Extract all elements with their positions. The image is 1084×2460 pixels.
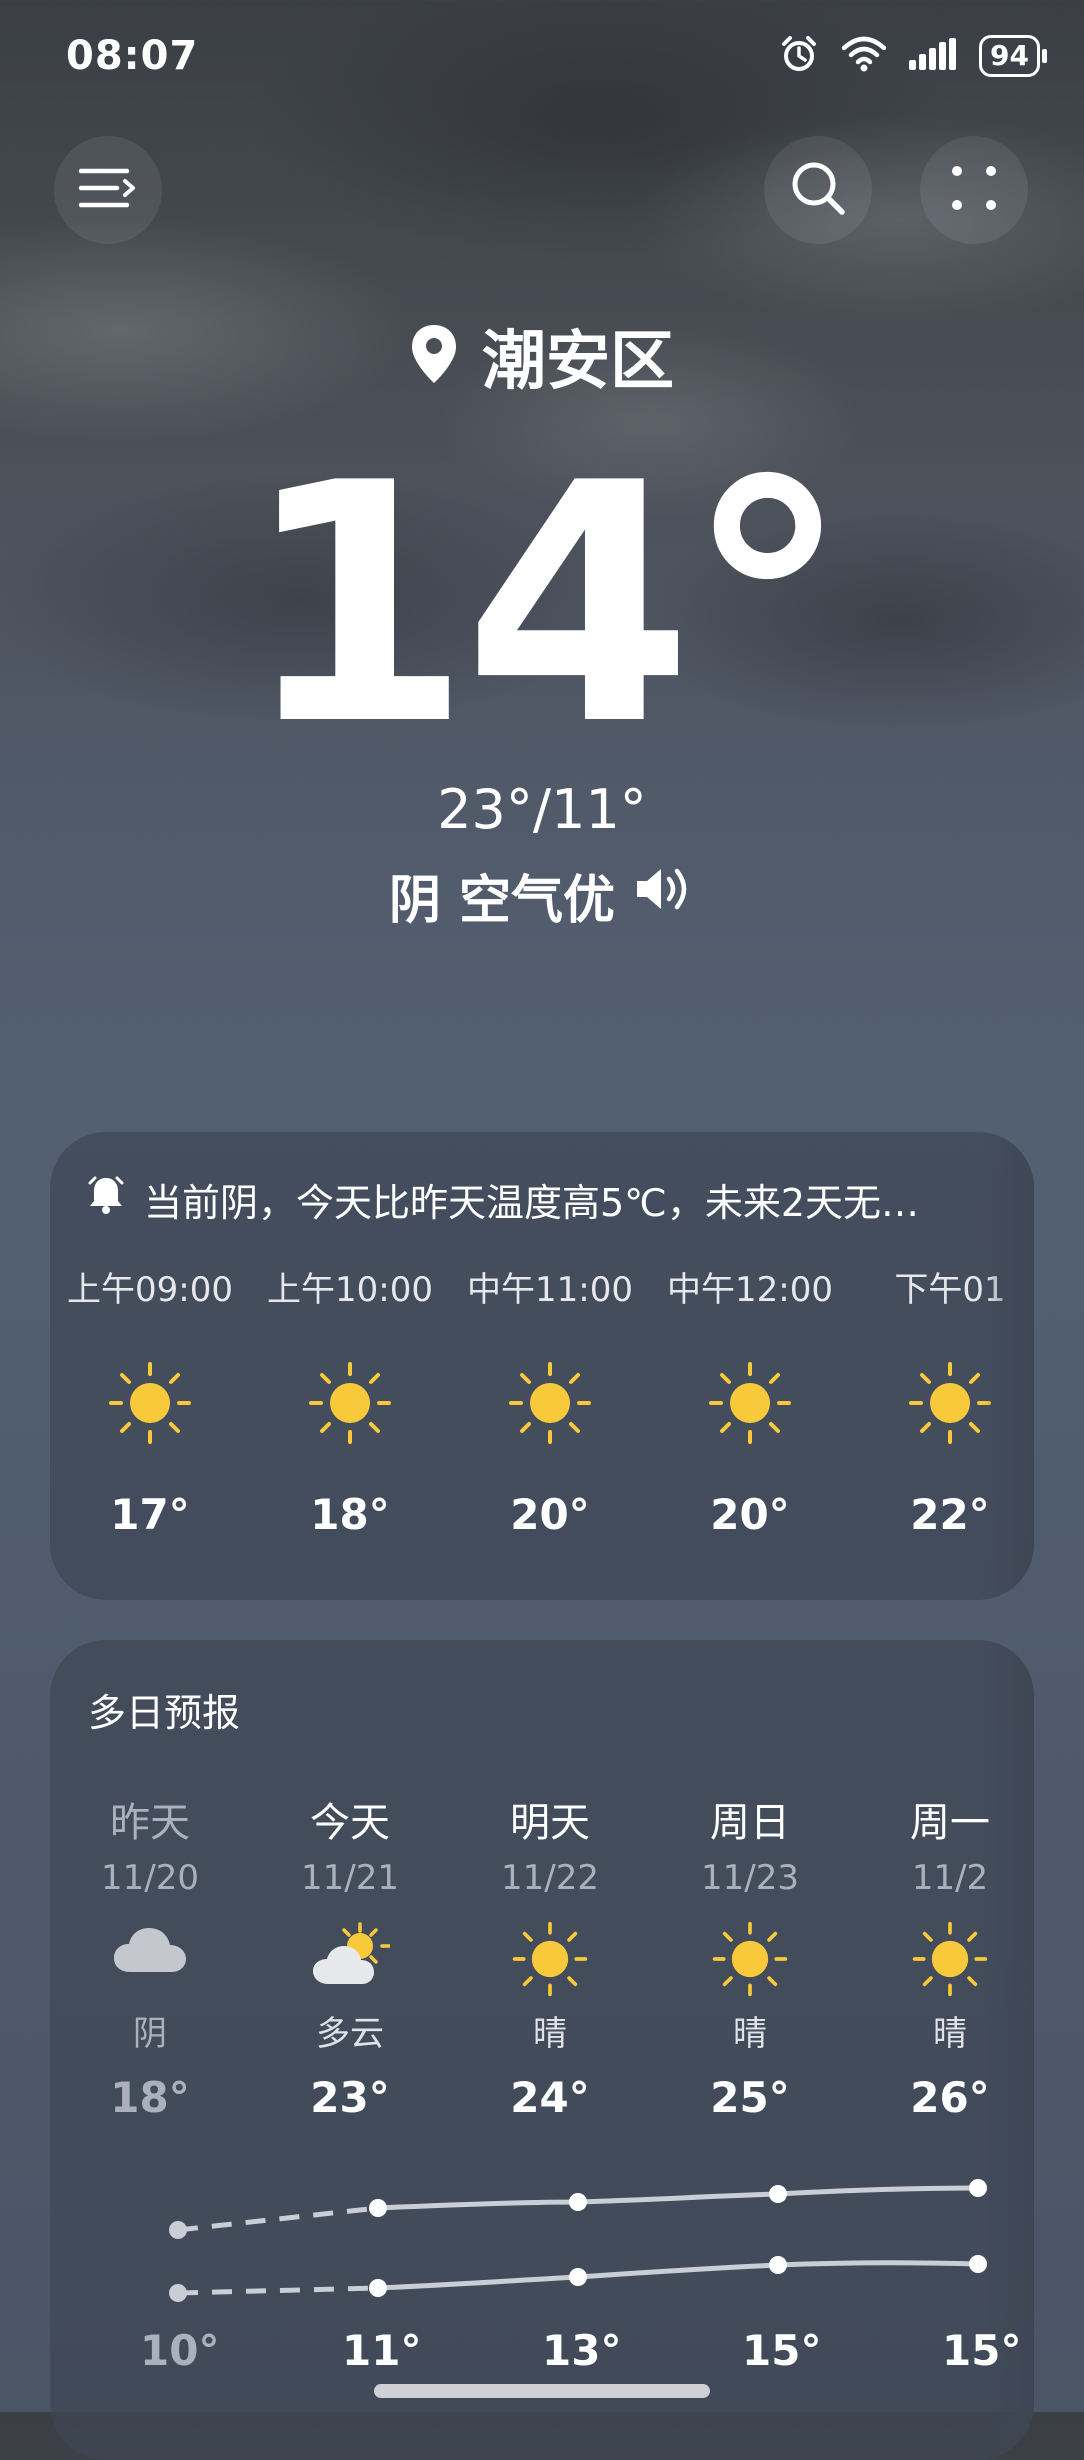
hourly-time: 中午12:00: [667, 1270, 833, 1310]
location-pin-icon: [410, 323, 458, 389]
hourly-forecast-card[interactable]: 当前阴，今天比昨天温度高5℃，未来2天无… 上午09:00 17° 上午10:0…: [50, 1132, 1034, 1600]
hourly-item: 中午11:00 20°: [450, 1262, 650, 1539]
hourly-item: 中午12:00 20°: [650, 1262, 850, 1539]
menu-button[interactable]: [54, 136, 162, 244]
day-low: 15°: [742, 2326, 822, 2375]
low-trend-dashed: [177, 2285, 379, 2296]
high-point: [169, 2221, 187, 2239]
day-low: 13°: [542, 2326, 622, 2375]
current-temperature: 14°: [241, 413, 850, 797]
location-name: 潮安区: [482, 325, 674, 399]
hourly-temp: 17°: [110, 1490, 190, 1539]
more-button[interactable]: [920, 136, 1028, 244]
hourly-time: 中午11:00: [467, 1270, 633, 1310]
low-point: [169, 2284, 187, 2302]
bell-icon: [88, 1175, 124, 1224]
more-dots-icon: [949, 163, 999, 217]
high-point: [569, 2193, 587, 2211]
low-point: [569, 2268, 587, 2286]
search-icon: [788, 158, 848, 222]
status-time: 08:07: [66, 33, 199, 79]
low-trend-line: [377, 2260, 981, 2291]
high-point: [369, 2199, 387, 2217]
status-bar: 08:07 94: [66, 28, 1047, 84]
hourly-temp: 18°: [310, 1490, 390, 1539]
weather-alert[interactable]: 当前阴，今天比昨天温度高5℃，未来2天无…: [88, 1172, 1004, 1227]
home-indicator[interactable]: [374, 2384, 710, 2398]
low-point: [769, 2256, 787, 2274]
hourly-temp: 20°: [510, 1490, 590, 1539]
signal-icon: [909, 38, 957, 74]
day-low: 11°: [342, 2326, 422, 2375]
speaker-icon[interactable]: [633, 865, 695, 926]
day-low: 15°: [942, 2326, 1022, 2375]
high-point: [769, 2185, 787, 2203]
status-icons: 94: [779, 34, 1047, 78]
hourly-time: 上午10:00: [267, 1270, 433, 1310]
menu-icon: [77, 166, 139, 214]
battery-indicator: 94: [979, 35, 1047, 77]
scroll-fade: [984, 1132, 1034, 1600]
alarm-icon: [779, 34, 819, 78]
hourly-time: 上午09:00: [67, 1270, 233, 1310]
day-low: 10°: [140, 2326, 220, 2375]
sun-icon: [907, 1360, 993, 1450]
sun-icon: [307, 1360, 393, 1450]
high-trend-dashed: [177, 2205, 379, 2233]
sun-icon: [707, 1360, 793, 1450]
hourly-temp: 20°: [710, 1490, 790, 1539]
low-point: [369, 2279, 387, 2297]
weather-alert-text: 当前阴，今天比昨天温度高5℃，未来2天无…: [144, 1181, 920, 1225]
high-low-temperature: 23°/11°: [437, 778, 647, 841]
location-header[interactable]: 潮安区: [0, 310, 1084, 402]
current-condition: 阴 空气优: [388, 871, 616, 931]
hourly-temp: 22°: [910, 1490, 990, 1539]
condition-line: 阴 空气优: [0, 858, 1084, 933]
hourly-item: 上午09:00 17°: [50, 1262, 250, 1539]
search-button[interactable]: [764, 136, 872, 244]
hourly-list[interactable]: 上午09:00 17° 上午10:00 18° 中午11:00 20° 中午12…: [50, 1262, 1034, 1539]
hourly-item: 上午10:00 18°: [250, 1262, 450, 1539]
sun-icon: [507, 1360, 593, 1450]
sun-icon: [107, 1360, 193, 1450]
high-trend-line: [377, 2185, 981, 2211]
wifi-icon: [841, 36, 887, 76]
